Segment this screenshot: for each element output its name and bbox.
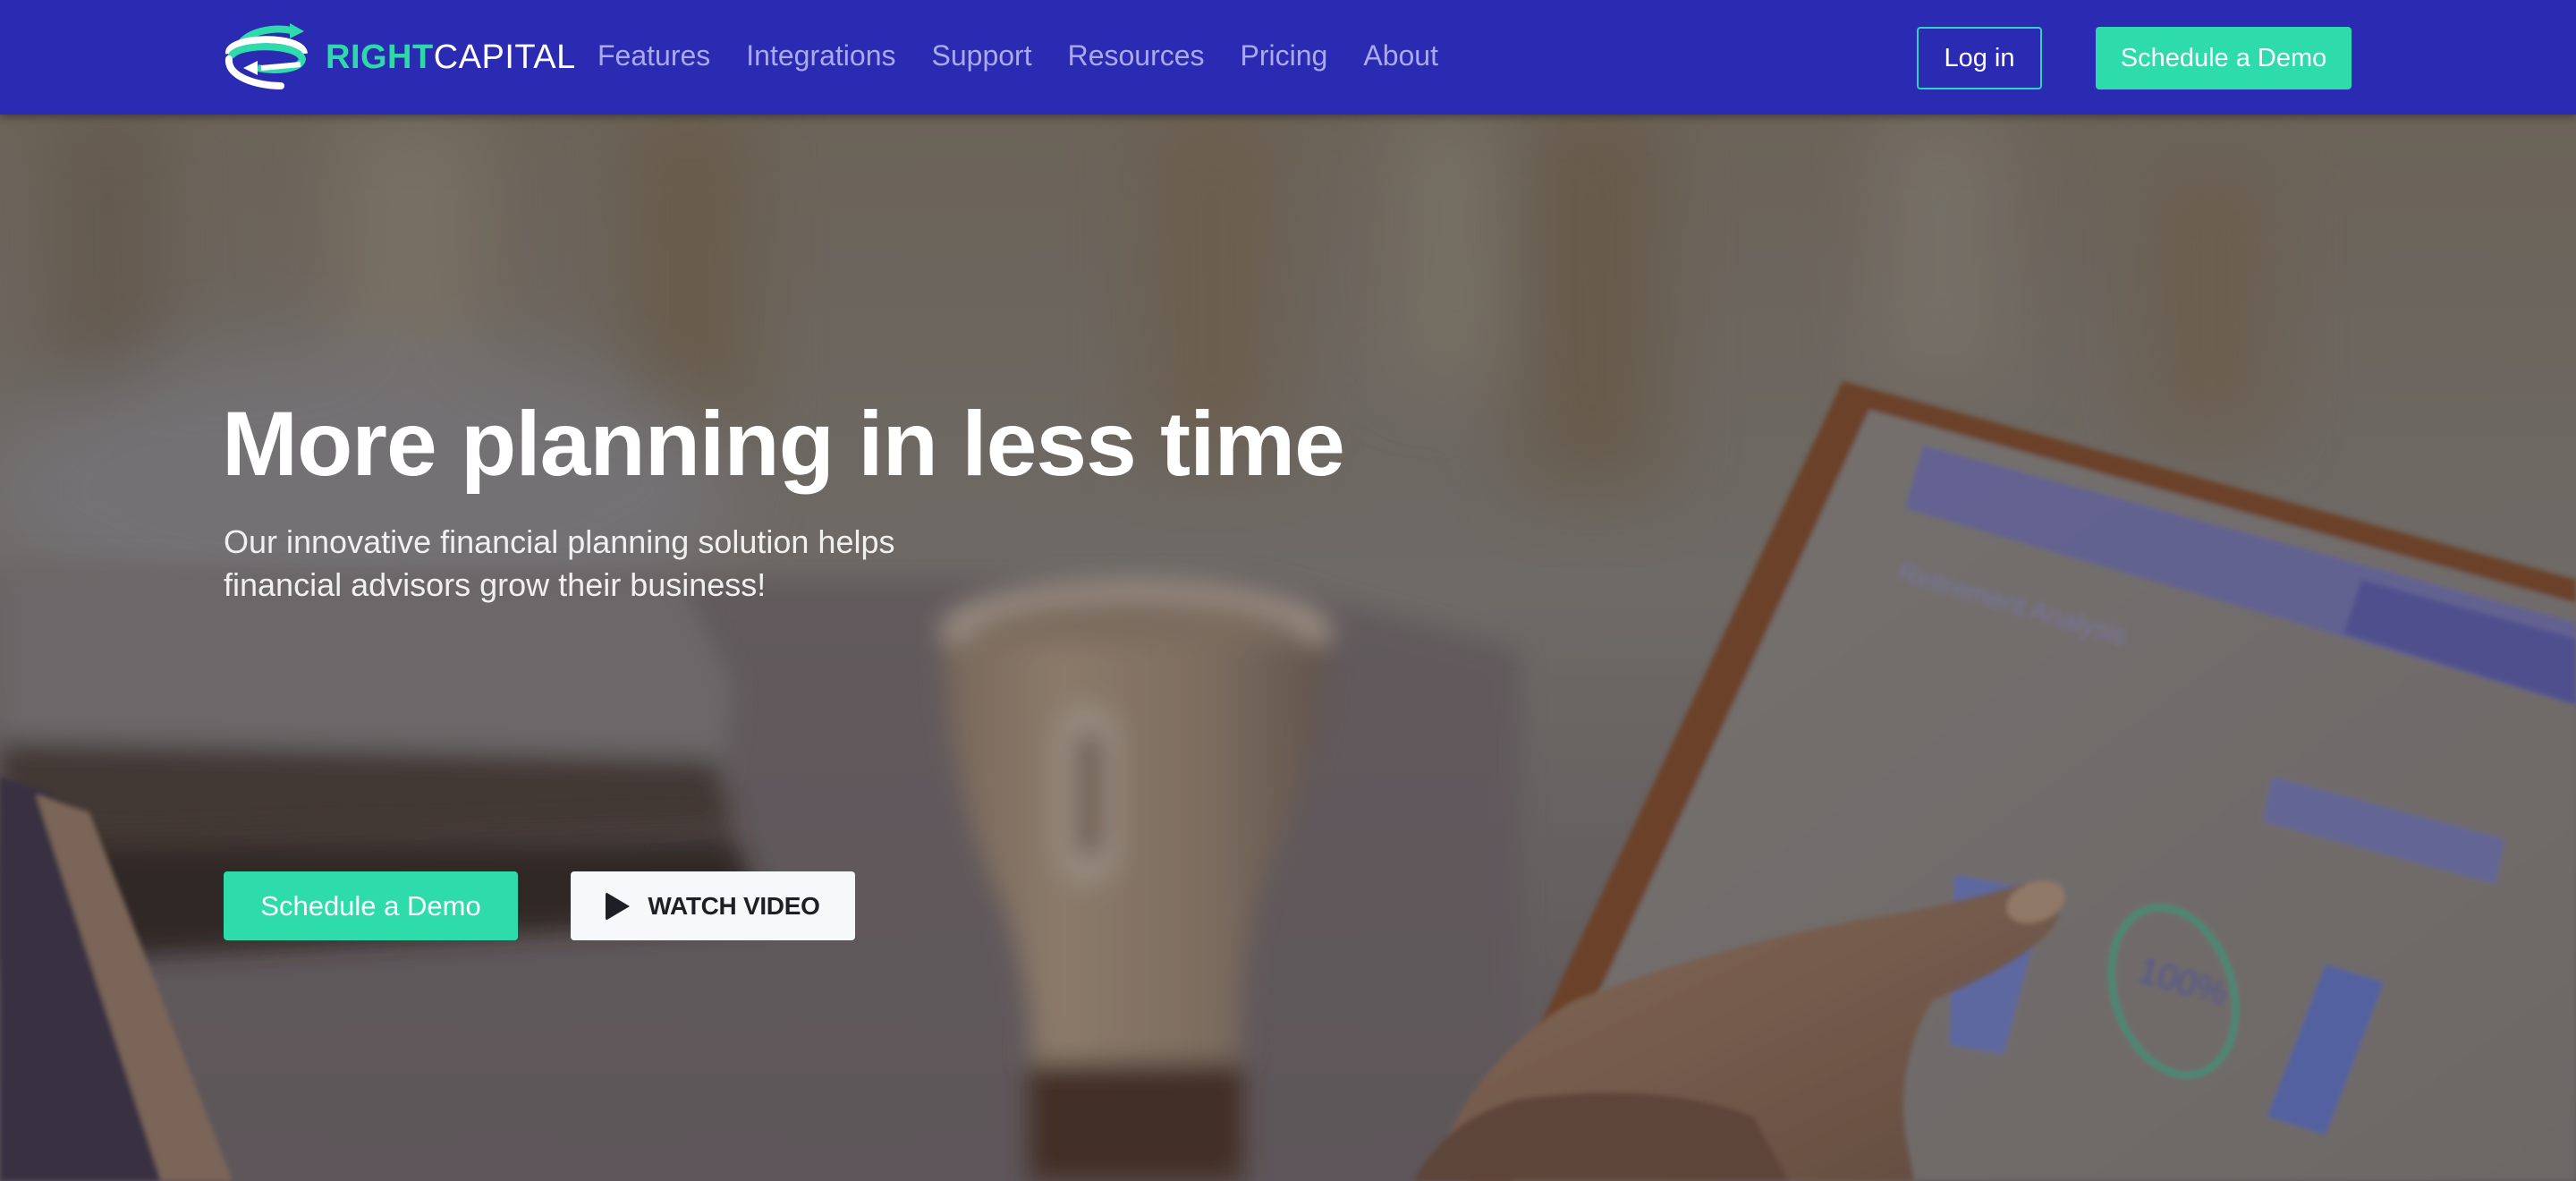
watch-video-label: WATCH VIDEO [648, 891, 820, 920]
main-nav: Features Integrations Support Resources … [597, 34, 1474, 77]
hero-subtitle-line-1: Our innovative financial planning soluti… [224, 523, 895, 560]
nav-link-about[interactable]: About [1363, 34, 1438, 77]
watch-video-button[interactable]: WATCH VIDEO [571, 871, 855, 940]
brand-name-bold: RIGHT [326, 38, 434, 76]
hero-dark-overlay [0, 115, 2576, 1181]
nav-link-features[interactable]: Features [597, 34, 710, 77]
hero-subtitle: Our innovative financial planning soluti… [224, 521, 1029, 607]
schedule-demo-hero-button[interactable]: Schedule a Demo [224, 871, 518, 940]
nav-link-pricing[interactable]: Pricing [1241, 34, 1328, 77]
circular-arrows-icon [222, 18, 309, 98]
nav-link-integrations[interactable]: Integrations [746, 34, 895, 77]
login-button[interactable]: Log in [1917, 27, 2042, 89]
brand-name-light: CAPITAL [433, 38, 576, 76]
brand-wordmark: RIGHTCAPITAL [326, 40, 576, 74]
nav-link-resources[interactable]: Resources [1068, 34, 1205, 77]
brand-logo-link[interactable]: RIGHTCAPITAL [222, 20, 576, 95]
nav-link-support[interactable]: Support [932, 34, 1032, 77]
play-icon [606, 891, 631, 921]
hero-subtitle-line-2: financial advisors grow their business! [224, 566, 767, 603]
schedule-demo-nav-button[interactable]: Schedule a Demo [2096, 27, 2351, 89]
hero-title: More planning in less time [222, 393, 1345, 495]
top-navbar: RIGHTCAPITAL Features Integrations Suppo… [0, 0, 2576, 115]
hero-section: Retirement Analysis 100% More planning i… [0, 115, 2576, 1181]
